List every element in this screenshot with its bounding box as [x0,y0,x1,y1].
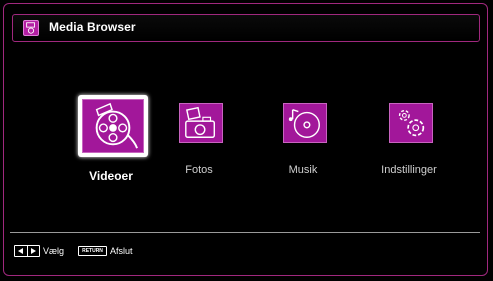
footer-divider [10,232,480,233]
menu-item-label: Indstillinger [381,164,437,176]
navigate-hint-label: Vælg [43,246,65,256]
page-title: Media Browser [49,20,136,34]
title-bar: Media Browser [12,14,480,42]
menu-item-fotos[interactable]: Fotos [144,103,254,213]
left-right-arrows-icon [14,245,40,257]
settings-gears-icon [389,103,433,143]
menu-item-label: Fotos [185,164,213,176]
return-key-icon: RETURN [78,246,107,256]
photo-camera-icon [179,103,223,143]
exit-hint-label: Afslut [110,246,133,256]
film-reel-icon [82,99,144,153]
menu-item-musik[interactable]: Musik [248,103,358,213]
selection-highlight [78,95,148,157]
menu-item-indstillinger[interactable]: Indstillinger [354,103,464,213]
music-disc-icon [283,103,327,143]
media-browser-icon [23,20,39,36]
menu-item-label: Musik [288,164,318,176]
